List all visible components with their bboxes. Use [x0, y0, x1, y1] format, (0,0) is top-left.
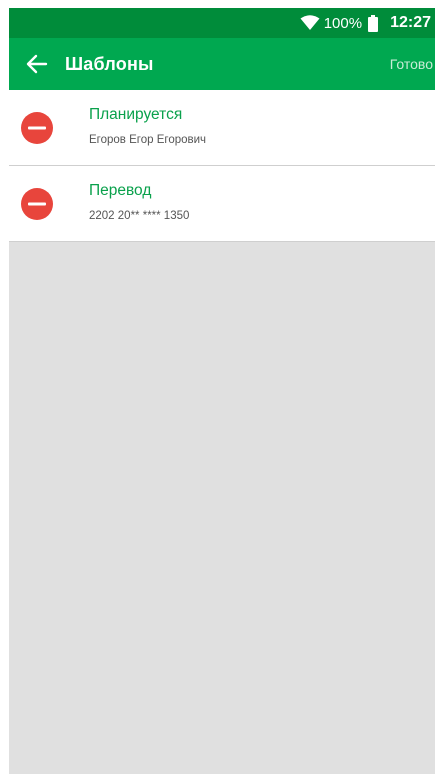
status-bar: 100% 12:27: [9, 8, 435, 38]
status-time: 12:27: [390, 14, 431, 31]
item-text: Перевод 2202 20** **** 1350: [89, 182, 189, 223]
list-item[interactable]: Планируется Егоров Егор Егорович: [9, 90, 435, 166]
remove-icon[interactable]: [21, 111, 53, 144]
page-title: Шаблоны: [65, 53, 154, 74]
item-title: Планируется: [89, 106, 183, 123]
templates-list: Планируется Егоров Егор Егорович Перевод…: [9, 90, 435, 242]
arrow-back-icon: [26, 54, 48, 74]
remove-icon[interactable]: [21, 187, 53, 220]
item-subtitle: 2202 20** **** 1350: [89, 210, 190, 222]
app-bar: Шаблоны Готово: [9, 38, 435, 90]
item-subtitle: Егоров Егор Егорович: [89, 134, 207, 146]
item-title: Перевод: [89, 182, 152, 199]
item-text: Планируется Егоров Егор Егорович: [89, 106, 206, 147]
battery-icon: [368, 14, 379, 32]
back-button[interactable]: [9, 38, 65, 90]
done-button[interactable]: Готово: [390, 38, 433, 90]
wifi-icon: [300, 15, 320, 30]
battery-percent: 100%: [323, 14, 363, 32]
screen: 100% 12:27 Шаблоны Готово Планируется Ег…: [9, 8, 435, 774]
list-item[interactable]: Перевод 2202 20** **** 1350: [9, 166, 435, 242]
